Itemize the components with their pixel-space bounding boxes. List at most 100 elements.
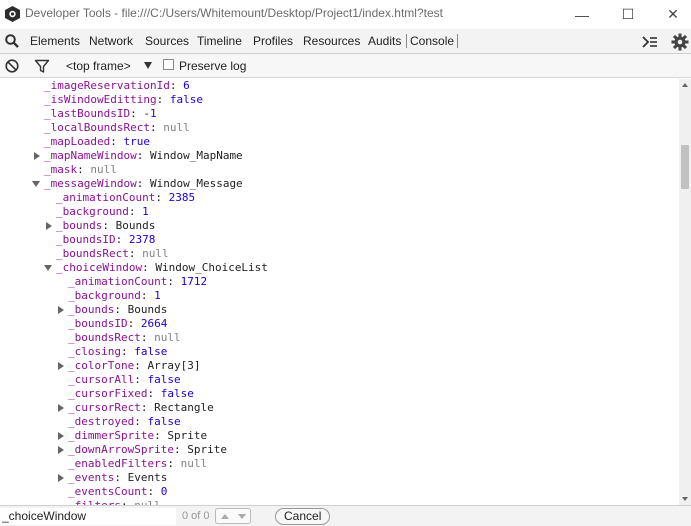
property-value: Events [127,471,168,484]
chevron-down-icon[interactable] [144,62,152,69]
window-titlebar: Developer Tools - file:///C:/Users/White… [0,0,691,29]
property-name: _cursorFixed [68,387,148,400]
property-name: _dimmerSprite [68,429,155,442]
console-property-row[interactable]: _dimmerSprite: Sprite [58,429,207,443]
settings-gear-icon[interactable] [671,33,689,51]
property-name: _choiceWindow [56,261,143,274]
console-property-row[interactable]: _bounds: Bounds [46,219,156,233]
collapsed-triangle-icon[interactable] [58,362,64,370]
property-separator: : [77,163,91,176]
console-property-row[interactable]: _mapNameWindow: Window_MapName [34,149,243,163]
console-property-row: _background: 1 [68,289,161,303]
property-separator: : [127,317,141,330]
search-icon[interactable] [4,33,20,49]
console-property-row: _enabledFilters: null [68,457,207,471]
property-name: _imageReservationId [44,79,170,92]
tab-console[interactable]: Console [406,34,459,48]
property-name: _cursorRect [68,401,141,414]
property-name: _boundsID [56,233,116,246]
property-name: _eventsCount [68,485,148,498]
tab-sources[interactable]: Sources [145,34,189,48]
console-property-row: _boundsRect: null [68,331,181,345]
scroll-down-arrow-icon[interactable] [682,497,688,501]
close-icon: ✕ [667,6,679,22]
property-name: _closing [68,345,121,358]
property-name: _boundsID [68,317,128,330]
expanded-triangle-icon[interactable] [44,265,52,271]
collapsed-triangle-icon[interactable] [34,152,40,160]
frame-selector[interactable]: <top frame> [66,59,131,73]
expanded-triangle-icon[interactable] [32,181,40,187]
console-property-row: _mapLoaded: true [44,135,150,149]
property-separator: : [142,261,156,274]
console-property-row: _boundsID: 2664 [68,317,167,331]
devtools-toolbar: Elements Network Sources Timeline Profil… [0,29,691,54]
preserve-log-checkbox[interactable] [163,59,174,70]
property-value: null [142,247,169,260]
property-separator: : [149,121,164,134]
scroll-up-arrow-icon[interactable] [682,83,688,87]
property-value: -1 [143,107,157,120]
property-separator: : [115,233,129,246]
collapsed-triangle-icon[interactable] [58,306,64,314]
clear-console-icon[interactable] [4,58,20,74]
property-separator: : [134,359,148,372]
property-separator: : [136,149,150,162]
console-property-row[interactable]: _cursorRect: Rectangle [58,401,214,415]
tab-resources[interactable]: Resources [303,34,360,48]
property-value: Bounds [127,303,168,316]
console-property-row[interactable]: _bounds: Bounds [58,303,168,317]
console-property-row[interactable]: _colorTone: Array[3] [58,359,200,373]
property-value: Bounds [115,219,156,232]
property-separator: : [154,429,168,442]
property-value: 1 [154,289,161,302]
console-output: _imageReservationId: 6 _isWindowEditting:… [0,79,679,505]
property-name: _colorTone [68,359,135,372]
tab-network[interactable]: Network [89,34,133,48]
find-next-icon[interactable] [238,514,246,519]
property-name: _messageWindow [44,177,137,190]
property-separator: : [110,135,124,148]
tab-timeline[interactable]: Timeline [197,34,242,48]
tab-elements[interactable]: Elements [30,34,80,48]
preserve-log-label[interactable]: Preserve log [179,59,246,73]
tab-profiles[interactable]: Profiles [253,34,293,48]
console-property-row[interactable]: _downArrowSprite: Sprite [58,443,227,457]
collapsed-triangle-icon[interactable] [58,404,64,412]
console-property-row: _eventsCount: 0 [68,485,167,499]
console-property-row: _imageReservationId: 6 [44,79,190,93]
console-property-row: _cursorAll: false [68,373,181,387]
property-value: Window_MapName [149,149,243,162]
maximize-button[interactable]: ☐ [605,0,651,29]
close-window-button[interactable]: ✕ [650,0,691,29]
property-separator: : [134,373,148,386]
minimize-button[interactable]: — [559,0,605,29]
console-property-row[interactable]: _messageWindow: Window_Message [32,177,243,191]
property-name: _background [68,289,141,302]
collapsed-triangle-icon[interactable] [58,432,64,440]
scrollbar-thumb[interactable] [681,145,689,189]
console-property-row[interactable]: _choiceWindow: Window_ChoiceList [44,261,268,275]
console-scrollbar[interactable] [679,79,691,505]
console-property-row: _boundsID: 2378 [56,233,155,247]
find-previous-icon[interactable] [221,514,229,519]
filter-icon[interactable] [34,58,50,74]
property-name: _mask [44,163,78,176]
property-value: 6 [183,79,190,92]
property-value: false [147,415,181,428]
console-property-row[interactable]: _events: Events [58,471,168,485]
property-separator: : [140,289,155,302]
drawer-toggle-icon[interactable] [641,33,659,51]
collapsed-triangle-icon[interactable] [58,474,64,482]
console-property-row: _mask: null [44,163,117,177]
tab-audits[interactable]: Audits [368,34,401,48]
property-separator: : [147,387,161,400]
property-name: _mapNameWindow [44,149,137,162]
property-name: _mapLoaded [44,135,111,148]
find-input[interactable] [0,508,176,525]
console-property-row: _boundsRect: null [56,247,169,261]
find-nav-buttons [215,508,251,524]
find-cancel-button[interactable]: Cancel [275,508,331,525]
collapsed-triangle-icon[interactable] [58,446,64,454]
collapsed-triangle-icon[interactable] [46,222,52,230]
